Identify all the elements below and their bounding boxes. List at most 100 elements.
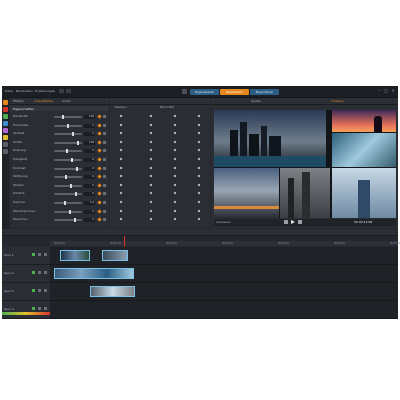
keyframe-marker[interactable]	[119, 123, 123, 127]
property-value-field[interactable]: 0	[84, 192, 95, 197]
track-mute-icon[interactable]	[38, 271, 41, 274]
keyframe-marker[interactable]	[173, 148, 177, 152]
keyframe-marker[interactable]	[149, 191, 153, 195]
keyframe-marker[interactable]	[173, 114, 177, 118]
zoom-select[interactable]: Anpassen	[216, 220, 231, 224]
keyframe-marker[interactable]	[149, 114, 153, 118]
keyframe-marker[interactable]	[173, 200, 177, 204]
slider-handle[interactable]	[74, 218, 76, 223]
montage-tool-icon[interactable]	[3, 149, 8, 154]
keyframe-marker[interactable]	[119, 131, 123, 135]
keyframe-toggle-icon[interactable]	[97, 191, 102, 197]
next-frame-icon[interactable]	[298, 220, 302, 224]
keyframe-marker[interactable]	[119, 140, 123, 144]
slider-handle[interactable]	[67, 123, 69, 128]
keyframe-marker[interactable]	[119, 114, 123, 118]
keyframe-marker[interactable]	[149, 209, 153, 213]
keyframe-marker[interactable]	[149, 131, 153, 135]
minimize-icon[interactable]: –	[376, 88, 382, 94]
keyframe-marker[interactable]	[149, 148, 153, 152]
keyframe-marker[interactable]	[173, 209, 177, 213]
keyframe-marker[interactable]	[173, 140, 177, 144]
track-visibility-icon[interactable]	[32, 271, 35, 274]
keyframe-marker[interactable]	[119, 148, 123, 152]
tab-timeline[interactable]: Timeline	[331, 99, 344, 103]
reset-icon[interactable]	[103, 149, 106, 153]
video-preview[interactable]	[214, 110, 396, 218]
keyframe-toggle-icon[interactable]	[97, 183, 102, 188]
track-lock-icon[interactable]	[44, 271, 47, 274]
keyframe-marker[interactable]	[197, 217, 201, 221]
mode-export-button[interactable]: Exportieren	[250, 89, 279, 95]
property-slider[interactable]	[54, 132, 82, 137]
keyframe-marker[interactable]	[119, 200, 123, 204]
slider-handle[interactable]	[65, 175, 67, 180]
keyframe-toggle-icon[interactable]	[97, 157, 102, 162]
keyframe-marker[interactable]	[197, 131, 201, 135]
keyframe-toggle-icon[interactable]	[97, 217, 102, 222]
keyframe-marker[interactable]	[173, 217, 177, 221]
keyframe-toggle-icon[interactable]	[97, 114, 102, 119]
transitions-tool-icon[interactable]	[3, 114, 8, 119]
menu-file[interactable]: Datei	[5, 89, 13, 93]
property-slider[interactable]	[54, 218, 82, 223]
track-lock-icon[interactable]	[44, 289, 47, 292]
keyframe-marker[interactable]	[149, 157, 153, 161]
keyframe-marker[interactable]	[173, 131, 177, 135]
track-lane[interactable]	[50, 247, 398, 265]
slider-handle[interactable]	[70, 183, 72, 188]
keyframe-marker[interactable]	[149, 174, 153, 178]
track-visibility-icon[interactable]	[32, 307, 35, 310]
slider-handle[interactable]	[75, 192, 77, 197]
property-slider[interactable]	[54, 183, 82, 188]
property-value-field[interactable]: 0	[84, 158, 95, 162]
property-slider[interactable]	[54, 166, 82, 171]
library-tool-icon[interactable]	[3, 100, 8, 105]
keyframe-marker[interactable]	[119, 217, 123, 221]
property-value-field[interactable]: 0	[84, 149, 95, 154]
menu-edit[interactable]: Bearbeiten	[16, 89, 32, 93]
keyframe-marker[interactable]	[197, 148, 201, 152]
reset-icon[interactable]	[103, 209, 106, 213]
keyframe-marker[interactable]	[173, 191, 177, 195]
timeline-clip[interactable]	[60, 250, 90, 261]
track-lane[interactable]	[50, 301, 398, 319]
menu-tool-icon[interactable]	[3, 142, 8, 147]
keyframe-marker[interactable]	[119, 157, 123, 161]
keyframe-marker[interactable]	[119, 166, 123, 170]
prev-frame-icon[interactable]	[284, 220, 288, 224]
keyframe-marker[interactable]	[173, 174, 177, 178]
audio-tool-icon[interactable]	[3, 128, 8, 133]
reset-icon[interactable]	[103, 115, 106, 118]
reset-icon[interactable]	[103, 132, 106, 136]
keyframe-marker[interactable]	[197, 166, 201, 170]
slider-handle[interactable]	[62, 115, 64, 119]
slider-handle[interactable]	[77, 140, 79, 145]
reset-icon[interactable]	[103, 158, 106, 161]
property-slider[interactable]	[54, 201, 82, 205]
keyframe-marker[interactable]	[173, 183, 177, 187]
keyframe-marker[interactable]	[197, 123, 201, 127]
keyframe-marker[interactable]	[197, 140, 201, 144]
property-slider[interactable]	[54, 192, 82, 197]
tab-video-effects[interactable]: Videoeffekte	[34, 99, 53, 103]
menu-settings[interactable]: Einstellungen	[35, 89, 55, 93]
property-value-field[interactable]: 0	[84, 218, 95, 223]
keyframe-marker[interactable]	[197, 200, 201, 204]
tab-source[interactable]: Quelle	[251, 99, 261, 103]
keyframe-toggle-icon[interactable]	[97, 165, 102, 171]
timeline-clip[interactable]	[54, 268, 134, 279]
reset-icon[interactable]	[103, 218, 106, 222]
keyframe-marker[interactable]	[197, 157, 201, 161]
track-mute-icon[interactable]	[38, 289, 41, 292]
track-lock-icon[interactable]	[44, 253, 47, 256]
keyframe-marker[interactable]	[149, 183, 153, 187]
keyframe-marker[interactable]	[197, 183, 201, 187]
track-header[interactable]: Spur 2	[2, 265, 50, 283]
titles-tool-icon[interactable]	[3, 121, 8, 126]
home-icon[interactable]	[182, 89, 187, 94]
track-visibility-icon[interactable]	[32, 253, 35, 256]
keyframe-toggle-icon[interactable]	[97, 140, 102, 145]
effects-tool-icon[interactable]	[3, 107, 8, 112]
keyframe-marker[interactable]	[173, 123, 177, 127]
